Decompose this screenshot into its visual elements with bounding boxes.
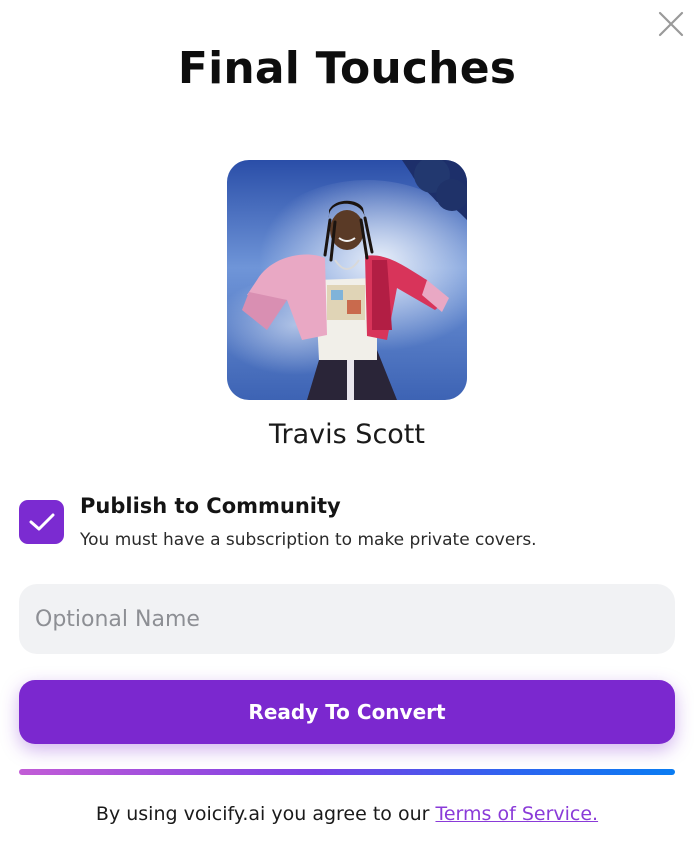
close-icon: [658, 11, 684, 37]
close-button[interactable]: [656, 9, 686, 39]
dialog-title: Final Touches: [177, 43, 517, 94]
publish-label[interactable]: Publish to Community: [80, 494, 341, 518]
terms-text: By using voicify.ai you agree to our: [95, 803, 436, 825]
terms-footer: By using voicify.ai you agree to our Ter…: [0, 803, 694, 825]
artist-image: [227, 160, 467, 400]
publish-checkbox[interactable]: [19, 500, 64, 544]
final-touches-dialog: Final Touches Travis Scott Publish to Co…: [0, 0, 694, 856]
optional-name-input[interactable]: [19, 584, 675, 654]
publish-subtext: You must have a subscription to make pri…: [80, 530, 537, 550]
progress-fill: [19, 769, 675, 775]
artist-name: Travis Scott: [269, 419, 425, 450]
ready-to-convert-button[interactable]: Ready To Convert: [19, 680, 675, 744]
progress-bar: [19, 769, 675, 775]
checkmark-icon: [29, 513, 54, 531]
terms-of-service-link[interactable]: Terms of Service.: [435, 803, 598, 825]
